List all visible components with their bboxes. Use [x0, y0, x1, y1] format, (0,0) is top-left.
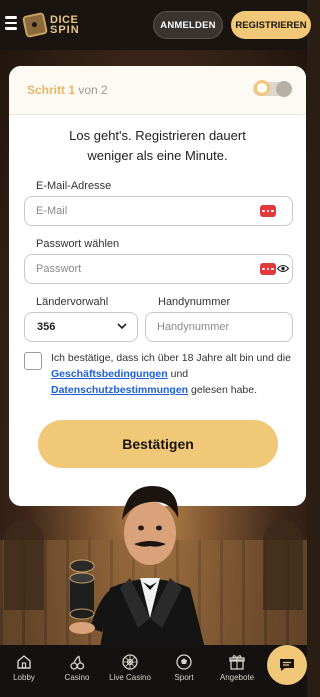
mascot-illustration — [69, 486, 205, 648]
nav-label-live-casino: Live Casino — [109, 673, 151, 682]
chevron-down-icon — [117, 323, 127, 330]
country-code-select[interactable]: 356 — [24, 312, 138, 342]
email-field-wrapper — [24, 196, 293, 226]
background-decor-right — [263, 520, 303, 610]
login-button[interactable]: ANMELDEN — [153, 11, 223, 39]
card-header: Schritt 1 von 2 — [9, 66, 306, 115]
terms-link[interactable]: Geschäftsbedingungen — [51, 368, 168, 380]
nav-label-offers: Angebote — [219, 673, 255, 682]
country-code-value: 356 — [37, 321, 56, 333]
consent-text: Ich bestätige, dass ich über 18 Jahre al… — [51, 352, 291, 396]
register-button[interactable]: REGISTRIEREN — [231, 11, 311, 39]
phone-label: Handynummer — [158, 296, 231, 308]
age-terms-checkbox[interactable] — [24, 352, 42, 370]
bottom-navigation: Lobby Casino Live Casino Sport Angebote — [0, 645, 307, 697]
chat-support-button[interactable] — [267, 645, 307, 685]
password-label: Passwort wählen — [36, 238, 120, 250]
nav-label-casino: Casino — [64, 673, 90, 682]
step-indicator: Schritt 1 von 2 — [27, 83, 108, 97]
password-manager-icon[interactable] — [260, 263, 276, 275]
password-input[interactable] — [25, 255, 292, 283]
menu-icon[interactable] — [5, 16, 17, 30]
registration-card: Schritt 1 von 2 Los geht's. Registrieren… — [9, 66, 306, 506]
chat-bubble-icon — [280, 659, 294, 671]
country-code-label: Ländervorwahl — [36, 296, 109, 308]
confirm-button[interactable]: Bestätigen — [38, 420, 278, 468]
nav-item-live-casino[interactable]: Live Casino — [106, 653, 154, 682]
phone-input[interactable] — [146, 313, 292, 341]
dice-logo-icon — [21, 11, 49, 39]
gift-icon — [229, 655, 245, 670]
top-header: DICE SPIN ANMELDEN REGISTRIEREN — [0, 0, 311, 50]
email-label: E-Mail-Adresse — [36, 180, 112, 192]
nav-item-casino[interactable]: Casino — [53, 653, 101, 682]
football-icon — [176, 654, 192, 670]
home-icon — [17, 655, 31, 669]
nav-item-offers[interactable]: Angebote — [213, 653, 261, 682]
password-field-wrapper — [24, 254, 293, 284]
nav-item-lobby[interactable]: Lobby — [0, 653, 48, 682]
nav-label-lobby: Lobby — [13, 673, 35, 682]
eye-icon[interactable] — [277, 264, 289, 273]
roulette-icon — [122, 654, 138, 670]
logo-text-spin: SPIN — [50, 24, 80, 36]
nav-item-sport[interactable]: Sport — [160, 653, 208, 682]
email-input[interactable] — [25, 197, 292, 225]
nav-label-sport: Sport — [174, 673, 194, 682]
step-progress-toggle — [253, 80, 292, 97]
cherries-icon — [70, 655, 85, 670]
phone-field-wrapper — [145, 312, 293, 342]
privacy-link[interactable]: Datenschutzbestimmungen — [51, 384, 188, 396]
password-manager-icon[interactable] — [260, 205, 276, 217]
background-decor-left — [4, 520, 44, 610]
dice-spin-logo[interactable]: DICE SPIN — [21, 11, 80, 39]
intro-text: Los geht's. Registrieren dauert weniger … — [69, 128, 246, 163]
